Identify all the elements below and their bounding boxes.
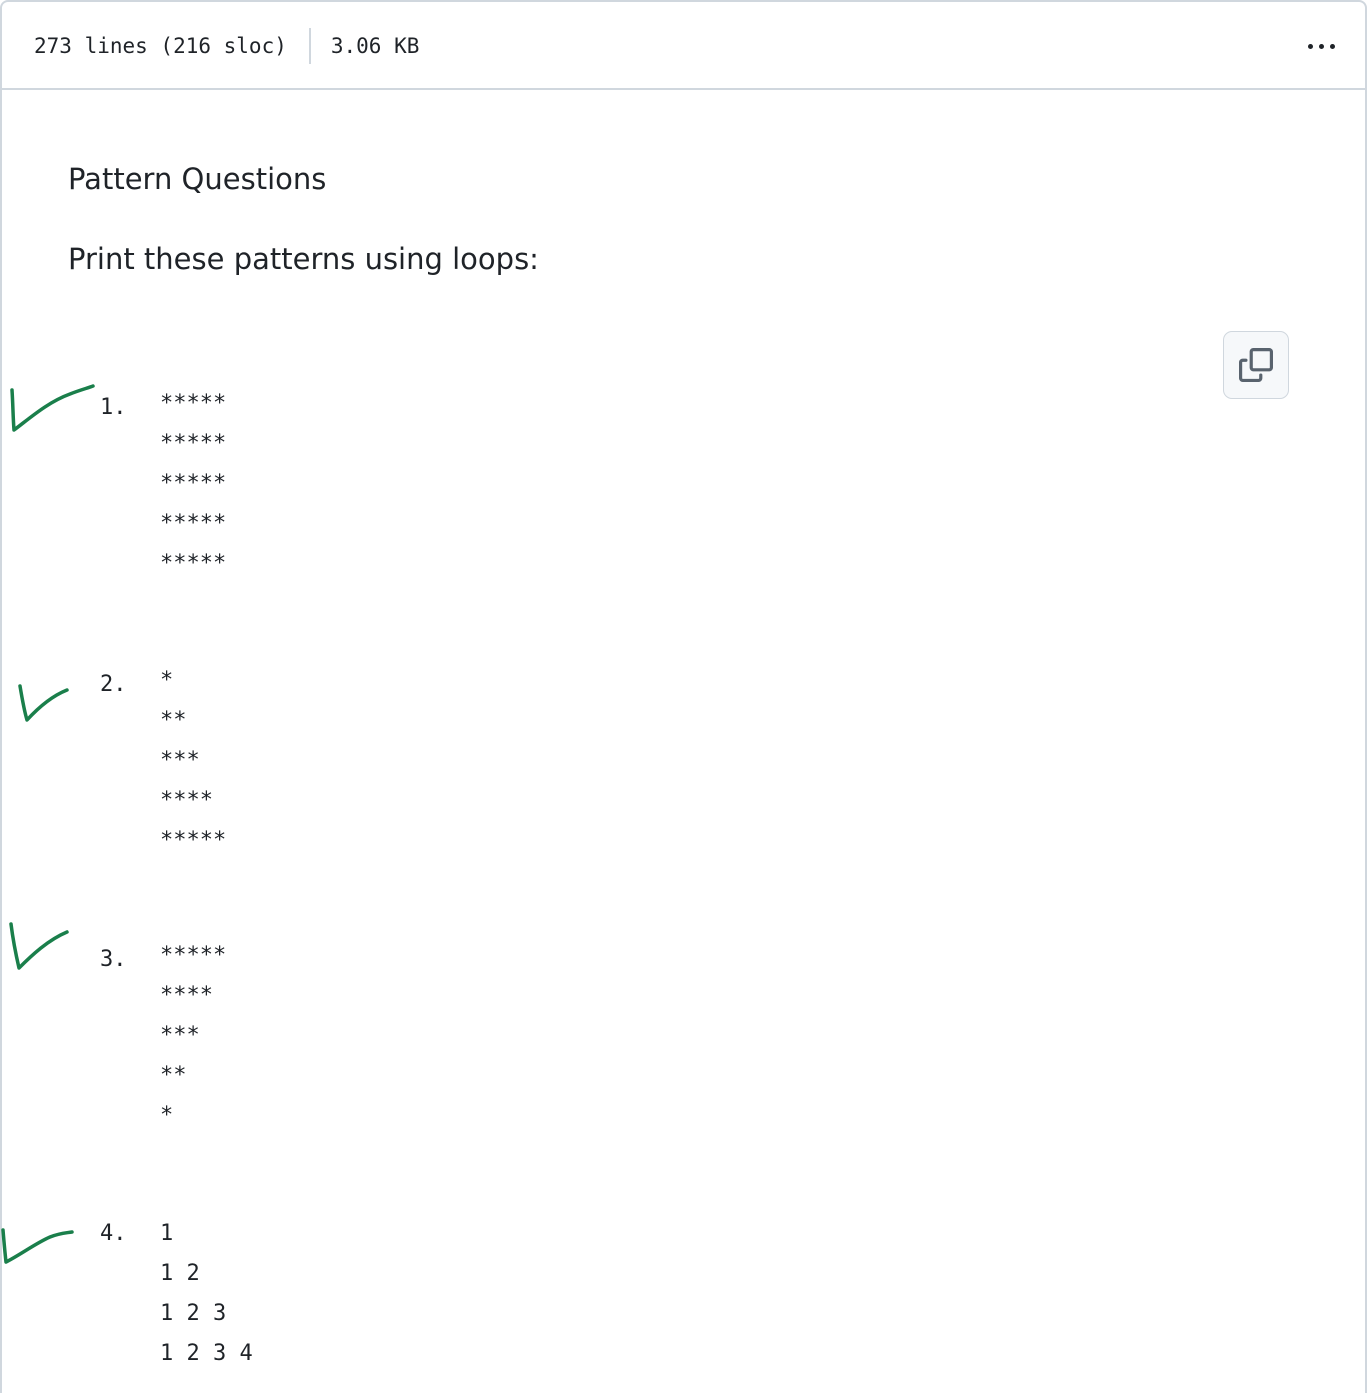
handwritten-check-icon bbox=[10, 384, 95, 432]
handwritten-check-icon bbox=[9, 922, 69, 970]
annotation-overlay bbox=[1, 384, 95, 1264]
handwritten-check-icon bbox=[1, 1228, 74, 1264]
handwritten-check-icon bbox=[18, 684, 69, 722]
